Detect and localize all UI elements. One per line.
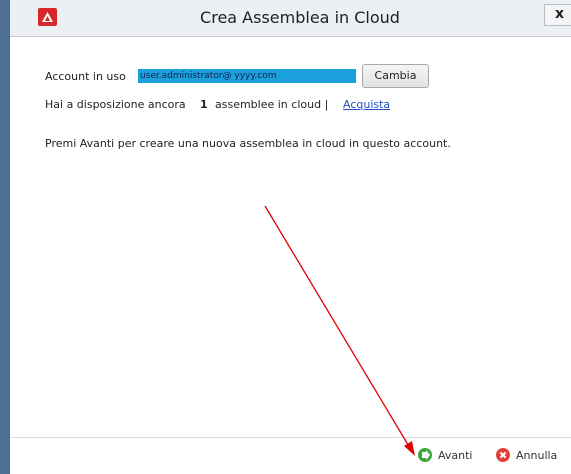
app-logo-icon bbox=[38, 8, 57, 26]
window-left-border bbox=[0, 0, 10, 474]
account-label: Account in uso bbox=[45, 70, 126, 83]
cancel-button-label: Annulla bbox=[516, 449, 558, 462]
availability-prefix: Hai a disposizione ancora bbox=[45, 98, 186, 111]
close-button[interactable]: x bbox=[544, 4, 571, 26]
change-account-button[interactable]: Cambia bbox=[362, 64, 429, 88]
next-button[interactable]: Avanti bbox=[418, 447, 472, 465]
title-bar[interactable]: Crea Assemblea in Cloud x bbox=[10, 0, 571, 37]
account-email-field[interactable]: user.administrator@ yyyy.com bbox=[138, 69, 356, 83]
dialog-window: Crea Assemblea in Cloud x Account in uso… bbox=[0, 0, 571, 474]
instruction-text: Premi Avanti per creare una nuova assemb… bbox=[45, 137, 451, 150]
available-count: 1 bbox=[200, 98, 208, 111]
availability-suffix: assemblee in cloud | bbox=[215, 98, 329, 111]
dialog-footer: Avanti Annulla bbox=[10, 437, 571, 474]
purchase-link[interactable]: Acquista bbox=[343, 98, 390, 111]
arrow-right-icon bbox=[418, 448, 432, 462]
cancel-button[interactable]: Annulla bbox=[496, 447, 557, 465]
next-button-label: Avanti bbox=[438, 449, 473, 462]
dialog-content: Account in uso user.administrator@ yyyy.… bbox=[10, 37, 571, 437]
cancel-x-icon bbox=[496, 448, 510, 462]
window-title: Crea Assemblea in Cloud bbox=[200, 8, 400, 27]
